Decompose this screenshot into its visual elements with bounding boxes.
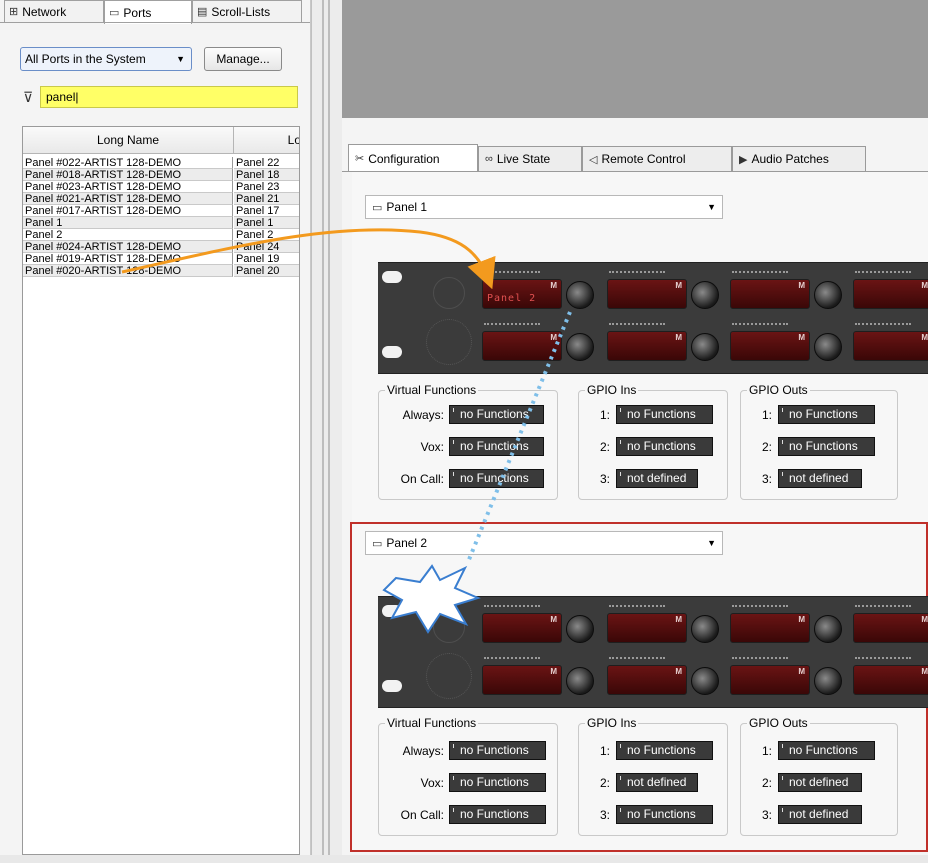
annotation-overlay xyxy=(121,228,572,634)
bottom-edge xyxy=(0,855,928,863)
drop-target-burst-icon xyxy=(382,564,481,634)
copy-arrow xyxy=(466,311,572,563)
drag-arrow xyxy=(121,228,496,290)
